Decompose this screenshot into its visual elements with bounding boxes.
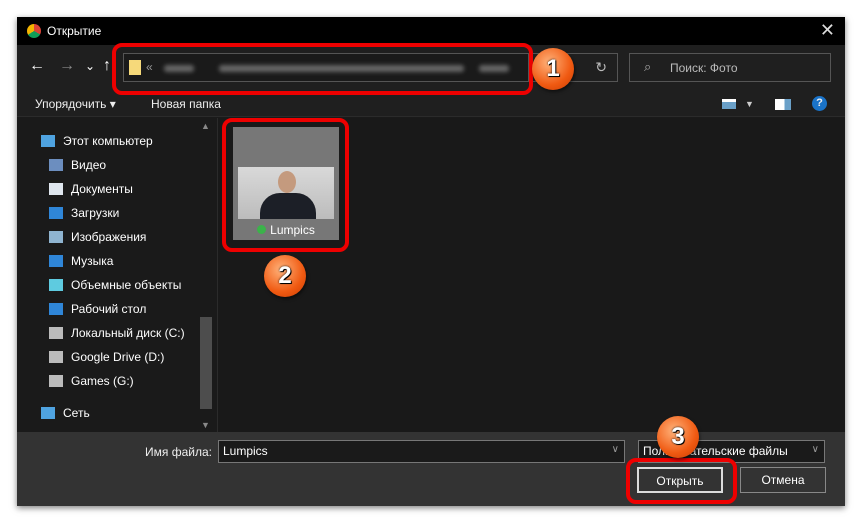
sidebar-item-label: Рабочий стол [71, 302, 147, 316]
preview-pane-icon[interactable] [775, 99, 791, 110]
sidebar-item-label: Загрузки [71, 206, 120, 220]
scroll-up-icon[interactable]: ▲ [201, 121, 210, 131]
search-icon: ⌕ [644, 59, 652, 74]
sidebar-item[interactable]: Загрузки [49, 202, 119, 224]
sidebar-item-label: Сеть [63, 406, 90, 420]
video-icon [49, 159, 63, 171]
sidebar-scrollbar[interactable]: ▲ ▼ [198, 118, 215, 432]
refresh-icon: ↻ [595, 59, 607, 75]
highlight-open-button [626, 458, 737, 504]
downloads-icon [49, 207, 63, 219]
sidebar-item[interactable]: Этот компьютер [41, 130, 153, 152]
sidebar-item[interactable]: Объемные объекты [49, 274, 181, 296]
step-badge-1: 1 [532, 48, 574, 90]
up-button[interactable]: ↑ [103, 57, 111, 75]
computer-icon [41, 135, 55, 147]
drive-icon [49, 375, 63, 387]
sidebar-item[interactable]: Сеть [41, 402, 90, 424]
close-button[interactable]: ✕ [820, 20, 835, 41]
sidebar-item[interactable]: Изображения [49, 226, 146, 248]
network-icon [41, 407, 55, 419]
search-placeholder: Поиск: Фото [670, 61, 738, 75]
highlight-file [222, 118, 349, 252]
sidebar-item-label: Локальный диск (C:) [71, 326, 185, 340]
new-folder-button[interactable]: Новая папка [151, 97, 221, 111]
3d-objects-icon [49, 279, 63, 291]
chevron-down-icon[interactable]: ∨ [612, 444, 619, 455]
sidebar-item[interactable]: Документы [49, 178, 133, 200]
filename-label: Имя файла: [145, 445, 212, 459]
sidebar-item[interactable]: Google Drive (D:) [49, 346, 164, 368]
sidebar-item-label: Этот компьютер [63, 134, 153, 148]
view-icon[interactable] [722, 99, 736, 109]
scroll-down-icon[interactable]: ▼ [201, 420, 210, 430]
sidebar-item[interactable]: Рабочий стол [49, 298, 146, 320]
forward-button[interactable]: → [59, 57, 75, 75]
sidebar-item-label: Объемные объекты [71, 278, 182, 292]
title-bar: Открытие ✕ [17, 17, 845, 45]
sidebar-item[interactable]: Games (G:) [49, 370, 134, 392]
step-badge-3: 3 [657, 416, 699, 458]
sidebar-item[interactable]: Видео [49, 154, 106, 176]
sidebar-item-label: Видео [71, 158, 107, 172]
music-icon [49, 255, 63, 267]
sidebar-item[interactable]: Локальный диск (C:) [49, 322, 185, 344]
sidebar-item-label: Музыка [71, 254, 114, 268]
step-badge-2: 2 [264, 255, 306, 297]
sidebar-item[interactable]: Музыка [49, 250, 113, 272]
sidebar-item-label: Изображения [71, 230, 147, 244]
help-icon[interactable]: ? [812, 96, 827, 111]
search-input[interactable]: ⌕ Поиск: Фото [629, 53, 831, 82]
filename-value: Lumpics [223, 444, 268, 458]
drive-icon [49, 351, 63, 363]
chevron-down-icon: ∨ [811, 444, 819, 455]
sidebar-item-label: Games (G:) [71, 374, 134, 388]
scrollbar-thumb[interactable] [200, 317, 212, 409]
desktop-icon [49, 303, 63, 315]
view-dropdown-icon[interactable]: ▼ [745, 99, 754, 109]
highlight-address-bar [112, 43, 533, 95]
recent-locations-button[interactable]: ⌄ [85, 59, 95, 73]
filename-input[interactable]: Lumpics ∨ [218, 440, 625, 463]
organize-button[interactable]: Упорядочить ▾ [35, 97, 116, 111]
drive-icon [49, 327, 63, 339]
sidebar-item-label: Документы [71, 182, 133, 196]
documents-icon [49, 183, 63, 195]
cancel-button[interactable]: Отмена [740, 467, 826, 493]
chrome-icon [27, 24, 41, 38]
window-title: Открытие [47, 24, 102, 38]
navigation-pane: ▲ ▼ Этот компьютер Видео Документы Загрузки… [17, 118, 215, 432]
pictures-icon [49, 231, 63, 243]
sidebar-item-label: Google Drive (D:) [71, 350, 165, 364]
back-button[interactable]: ← [29, 57, 45, 75]
